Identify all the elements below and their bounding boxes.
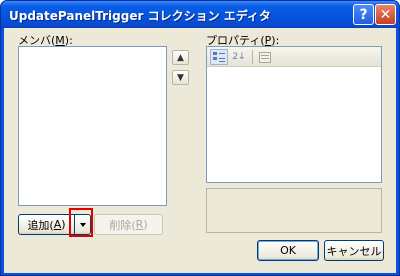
dialog-client-area: メンバ(M): ▲ ▼ プロパティ(P): 2↓ 追加(A) 削除(R)… [4, 28, 396, 273]
close-button[interactable]: ✕ [375, 4, 396, 25]
close-icon: ✕ [379, 6, 392, 23]
cancel-button-label: キャンセル [326, 244, 382, 258]
toolbar-separator [252, 50, 253, 64]
add-button[interactable]: 追加(A) [18, 214, 75, 235]
help-icon: ? [359, 6, 368, 23]
add-button-end: ) [61, 218, 66, 231]
property-toolbar: 2↓ [207, 47, 381, 67]
move-up-button[interactable]: ▲ [172, 50, 189, 65]
collection-editor-dialog: UpdatePanelTrigger コレクション エディタ ? ✕ メンバ(M… [0, 0, 400, 276]
move-down-button[interactable]: ▼ [172, 70, 189, 85]
categorized-icon [213, 51, 225, 62]
arrow-up-icon: ▲ [177, 52, 184, 63]
remove-button-accesskey: R [135, 218, 144, 231]
remove-button-label: 削除( [109, 218, 136, 232]
property-pages-icon [259, 51, 271, 63]
property-pages-button[interactable] [256, 49, 274, 65]
cancel-button[interactable]: キャンセル [324, 240, 384, 261]
remove-button[interactable]: 削除(R) [94, 214, 163, 235]
add-button-label: 追加( [27, 218, 54, 232]
ok-button[interactable]: OK [257, 240, 319, 261]
help-button[interactable]: ? [353, 4, 374, 25]
property-description-panel [206, 188, 382, 233]
remove-button-end: ) [143, 218, 148, 231]
window-title: UpdatePanelTrigger コレクション エディタ [9, 9, 271, 23]
ok-button-label: OK [280, 244, 296, 257]
highlight-annotation [69, 208, 93, 237]
members-list[interactable] [18, 46, 167, 206]
arrow-down-icon: ▼ [177, 72, 184, 83]
alphabetical-view-button[interactable]: 2↓ [230, 49, 248, 65]
add-button-accesskey: A [53, 218, 62, 231]
title-bar[interactable]: UpdatePanelTrigger コレクション エディタ ? ✕ [1, 1, 399, 28]
property-grid[interactable]: 2↓ [206, 46, 382, 183]
categorized-view-button[interactable] [210, 49, 228, 65]
sort-alpha-icon: 2↓ [232, 52, 246, 62]
